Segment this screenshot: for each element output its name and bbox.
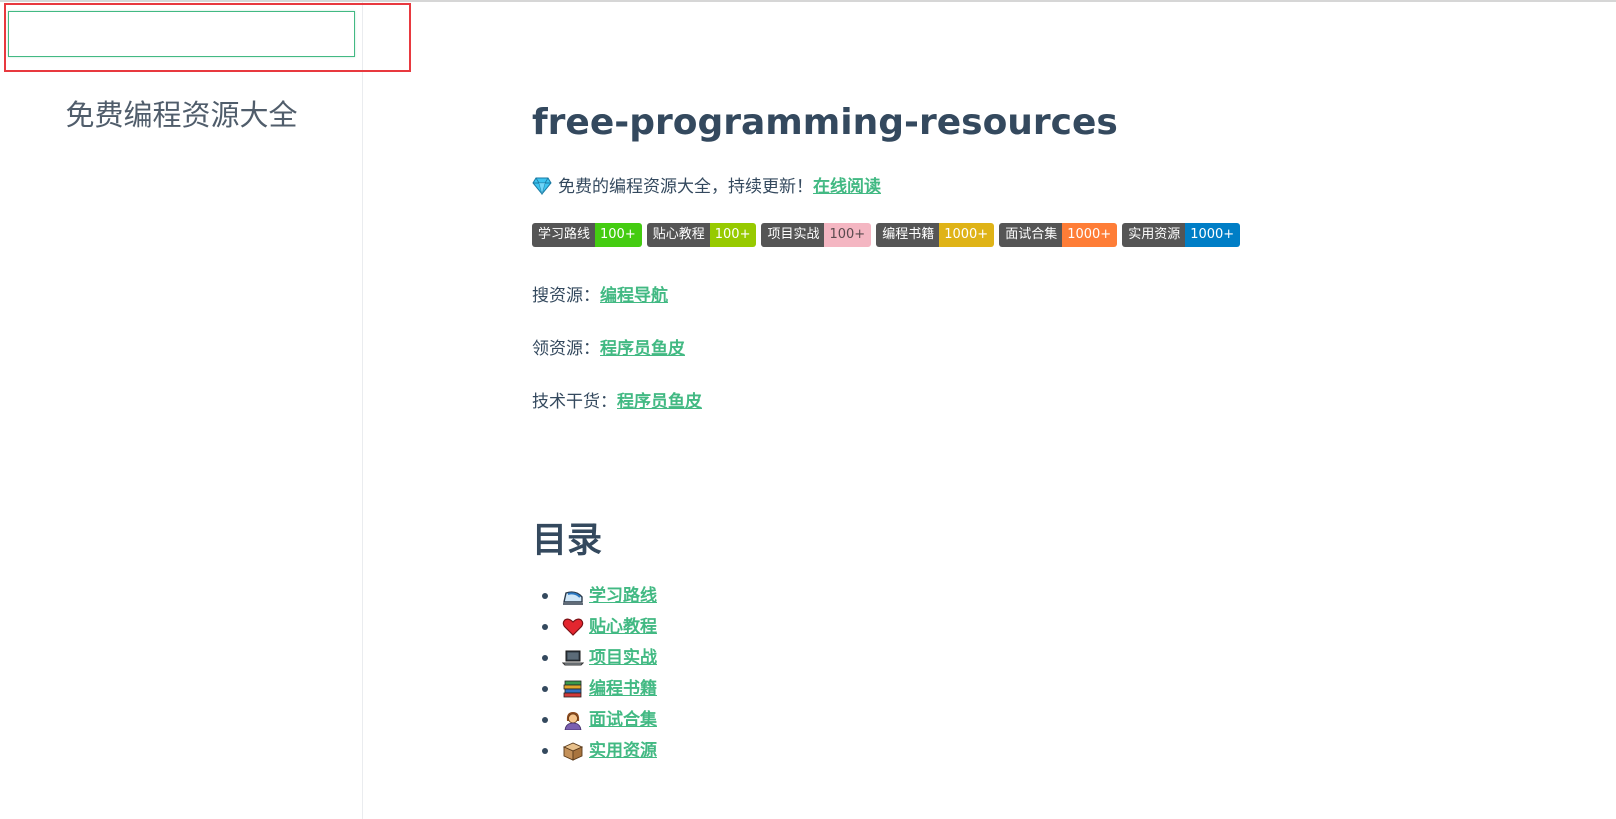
badge-label: 编程书籍: [876, 223, 940, 247]
programmer-yupi-link[interactable]: 程序员鱼皮: [600, 339, 685, 359]
badge-label: 实用资源: [1122, 223, 1186, 247]
badge-value: 100+: [824, 223, 872, 247]
bullet: [542, 716, 548, 723]
list-item: 实用资源: [532, 735, 657, 766]
badge-learning-path[interactable]: 学习路线 100+: [532, 223, 642, 247]
sidebar: 免费编程资源大全: [0, 2, 363, 819]
read-online-link[interactable]: 在线阅读: [813, 177, 881, 197]
badge-label: 贴心教程: [646, 223, 710, 247]
badge-interviews[interactable]: 面试合集 1000+: [999, 223, 1118, 247]
heart-icon: [562, 617, 584, 637]
line-label: 搜资源：: [532, 286, 600, 306]
badge-value: 1000+: [1062, 223, 1118, 247]
badge-tutorials[interactable]: 贴心教程 100+: [646, 223, 757, 247]
badge-value: 1000+: [939, 223, 995, 247]
tech-articles-line: 技术干货：程序员鱼皮: [532, 387, 702, 412]
badge-resources[interactable]: 实用资源 1000+: [1122, 223, 1241, 247]
badge-books[interactable]: 编程书籍 1000+: [876, 223, 995, 247]
train-icon: [562, 586, 584, 606]
woman-icon: [562, 710, 584, 730]
site-name[interactable]: 免费编程资源大全: [0, 92, 363, 134]
list-item: 贴心教程: [532, 611, 657, 642]
toc-link-learning-path[interactable]: 学习路线: [589, 582, 657, 610]
toc-title: 目录: [532, 521, 603, 561]
line-label: 领资源：: [532, 339, 600, 359]
gem-icon: [532, 177, 552, 200]
toc-link-tutorials[interactable]: 贴心教程: [589, 613, 657, 641]
search-resources-line: 搜资源：编程导航: [532, 281, 668, 306]
coding-nav-link[interactable]: 编程导航: [600, 286, 668, 306]
bullet: [542, 747, 548, 754]
bullet: [542, 654, 548, 661]
badge-label: 项目实战: [761, 223, 825, 247]
badge-row: 学习路线 100+ 贴心教程 100+ 项目实战 100+ 编程书籍 1000+…: [532, 223, 1241, 247]
list-item: 面试合集: [532, 704, 657, 735]
list-item: 项目实战: [532, 642, 657, 673]
get-resources-line: 领资源：程序员鱼皮: [532, 334, 685, 359]
bullet: [542, 623, 548, 630]
list-item: 学习路线: [532, 580, 657, 611]
badge-value: 100+: [709, 223, 757, 247]
selection-highlight: [4, 3, 411, 72]
toc-link-books[interactable]: 编程书籍: [589, 675, 657, 703]
badge-label: 学习路线: [532, 223, 596, 247]
badge-label: 面试合集: [999, 223, 1063, 247]
package-icon: [562, 741, 584, 761]
toc-link-resources[interactable]: 实用资源: [589, 737, 657, 765]
list-item: 编程书籍: [532, 673, 657, 704]
programmer-yupi-link-2[interactable]: 程序员鱼皮: [617, 392, 702, 412]
badge-projects[interactable]: 项目实战 100+: [761, 223, 872, 247]
toc-link-interviews[interactable]: 面试合集: [589, 706, 657, 734]
badge-value: 100+: [595, 223, 642, 247]
bullet: [542, 592, 548, 599]
toc-list: 学习路线 贴心教程 项目实战 编程书籍 面试合集 实用资源: [532, 580, 657, 766]
intro-line: 免费的编程资源大全，持续更新！在线阅读: [532, 172, 881, 200]
line-label: 技术干货：: [532, 392, 617, 412]
books-icon: [562, 679, 584, 699]
page-title: free-programming-resources: [532, 102, 1118, 143]
bullet: [542, 685, 548, 692]
badge-value: 1000+: [1185, 223, 1241, 247]
intro-text: 免费的编程资源大全，持续更新！: [558, 177, 813, 197]
laptop-icon: [561, 648, 585, 668]
toc-link-projects[interactable]: 项目实战: [589, 644, 657, 672]
